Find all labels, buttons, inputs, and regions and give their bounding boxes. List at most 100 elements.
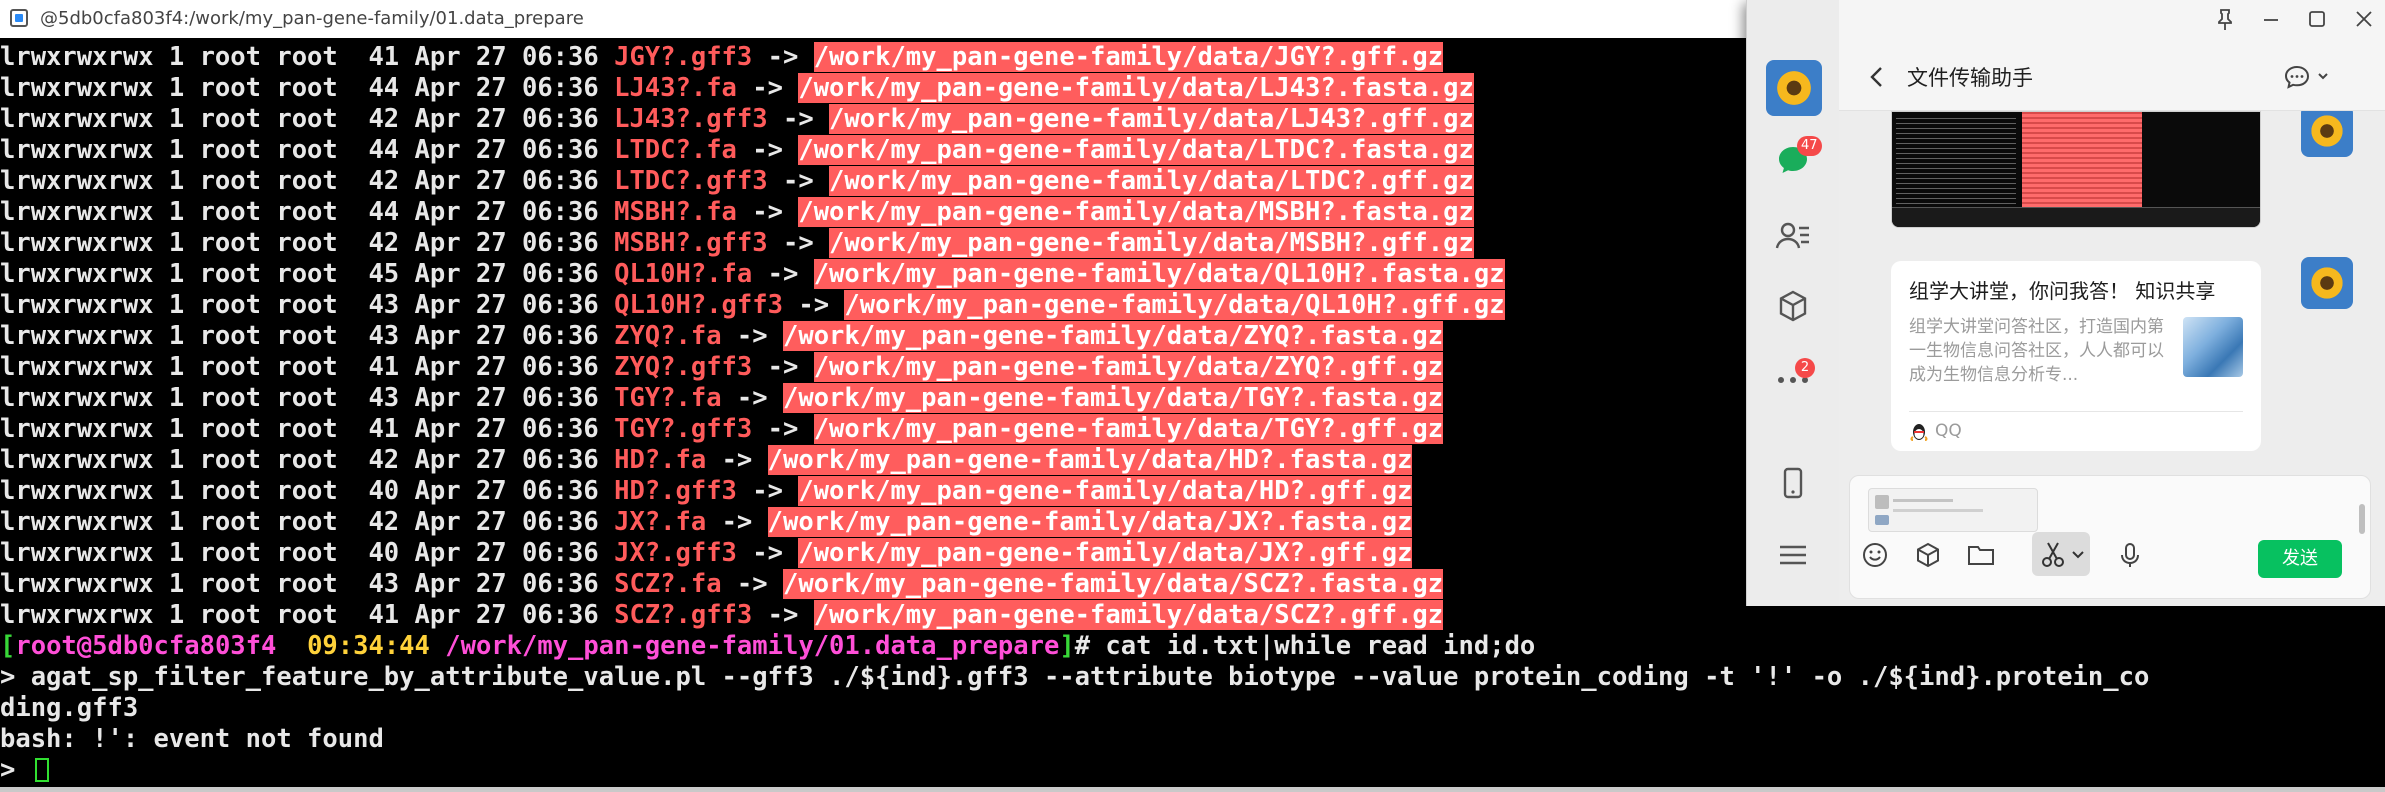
file-permissions: lrwxrwxrwx 1 root root 44 Apr 27 06:36 [0, 197, 615, 227]
symlink-target: /work/my_pan-gene-family/data/LJ43?.fast… [798, 73, 1474, 103]
symlink-name: HD?.fa [614, 445, 707, 475]
menu-icon[interactable] [1773, 535, 1813, 575]
card-thumbnail [2183, 317, 2243, 377]
scissors-icon [2036, 537, 2070, 571]
terminal-bottom-border [0, 787, 2385, 792]
file-permissions: lrwxrwxrwx 1 root root 44 Apr 27 06:36 [0, 135, 615, 165]
symlink-name: LTDC?.fa [614, 135, 737, 165]
symlink-target: /work/my_pan-gene-family/data/MSBH?.fast… [798, 197, 1474, 227]
symlink-name: TGY?.gff3 [614, 414, 753, 444]
wechat-window: 47 2 文件传输助手 组学大讲堂，你问我答！ 知识共享 组学大讲堂问答社区，打… [1746, 0, 2385, 606]
symlink-name: LTDC?.gff3 [614, 166, 768, 196]
prompt-path: /work/my_pan-gene-family/01.data_prepare [429, 631, 1060, 661]
screenshot-tool-button[interactable] [2032, 532, 2090, 576]
file-permissions: lrwxrwxrwx 1 root root 44 Apr 27 06:36 [0, 73, 615, 103]
symlink-name: LJ43?.fa [614, 73, 737, 103]
symlink-arrow: -> [767, 228, 830, 258]
symlink-arrow: -> [752, 259, 814, 289]
close-icon[interactable] [2344, 4, 2384, 34]
file-permissions: lrwxrwxrwx 1 root root 41 Apr 27 06:36 [0, 600, 615, 630]
chat-icon[interactable]: 47 [1773, 136, 1822, 180]
cube-icon[interactable] [1773, 286, 1813, 326]
symlink-target: /work/my_pan-gene-family/data/JGY?.gff.g… [813, 42, 1444, 72]
symlink-target: /work/my_pan-gene-family/data/LTDC?.gff.… [829, 166, 1474, 196]
file-permissions: lrwxrwxrwx 1 root root 43 Apr 27 06:36 [0, 290, 615, 320]
symlink-arrow: -> [752, 352, 814, 382]
file-permissions: lrwxrwxrwx 1 root root 43 Apr 27 06:36 [0, 569, 615, 599]
symlink-arrow: -> [736, 73, 799, 103]
symlink-target: /work/my_pan-gene-family/data/LJ43?.gff.… [829, 104, 1474, 134]
chevron-down-icon [2070, 546, 2086, 562]
emoji-icon[interactable] [1858, 538, 1892, 572]
send-button[interactable]: 发送 [2258, 540, 2342, 578]
command-continuation: ding.gff3 [0, 693, 139, 723]
card-title: 组学大讲堂，你问我答！ 知识共享 [1909, 279, 2216, 303]
symlink-target: /work/my_pan-gene-family/data/QL10H?.fas… [813, 259, 1505, 289]
message-list[interactable]: 组学大讲堂，你问我答！ 知识共享 组学大讲堂问答社区，打造国内第一生物信息问答社… [1839, 111, 2385, 471]
symlink-arrow: -> [721, 321, 783, 351]
prompt-bracket: [ [0, 631, 16, 661]
symlink-name: MSBH?.gff3 [614, 228, 768, 258]
file-permissions: lrwxrwxrwx 1 root root 42 Apr 27 06:36 [0, 228, 615, 258]
file-permissions: lrwxrwxrwx 1 root root 40 Apr 27 06:36 [0, 538, 615, 568]
file-permissions: lrwxrwxrwx 1 root root 43 Apr 27 06:36 [0, 321, 615, 351]
file-permissions: lrwxrwxrwx 1 root root 45 Apr 27 06:36 [0, 259, 615, 289]
symlink-arrow: -> [736, 538, 799, 568]
microphone-icon[interactable] [2113, 538, 2147, 572]
back-arrow-icon[interactable] [1865, 62, 1889, 92]
symlink-target: /work/my_pan-gene-family/data/SCZ?.gff.g… [813, 600, 1444, 630]
window-controls [1839, 0, 2385, 42]
symlink-arrow: -> [752, 42, 814, 72]
symlink-target: /work/my_pan-gene-family/data/HD?.fasta.… [767, 445, 1413, 475]
wechat-sidebar: 47 2 [1747, 0, 1839, 606]
symlink-name: JX?.gff3 [614, 538, 737, 568]
symlink-target: /work/my_pan-gene-family/data/JX?.fasta.… [767, 507, 1413, 537]
symlink-arrow: -> [736, 197, 799, 227]
symlink-arrow: -> [752, 600, 814, 630]
symlink-name: QL10H?.fa [614, 259, 753, 289]
symlink-target: /work/my_pan-gene-family/data/TGY?.gff.g… [813, 414, 1444, 444]
input-line[interactable]: > [0, 755, 2149, 786]
pasted-image-preview[interactable] [1868, 488, 2038, 532]
pin-icon[interactable] [2205, 4, 2245, 34]
symlink-arrow: -> [721, 569, 783, 599]
card-divider [1909, 411, 2243, 412]
chat-header: 文件传输助手 [1839, 50, 2385, 111]
file-permissions: lrwxrwxrwx 1 root root 40 Apr 27 06:36 [0, 476, 615, 506]
text-cursor [34, 758, 49, 782]
symlink-name: SCZ?.gff3 [614, 600, 753, 630]
symlink-target: /work/my_pan-gene-family/data/HD?.gff.gz [798, 476, 1413, 506]
chat-options-icon[interactable] [2281, 62, 2341, 92]
terminal-app-icon [10, 9, 28, 27]
file-permissions: lrwxrwxrwx 1 root root 42 Apr 27 06:36 [0, 166, 615, 196]
symlink-name: SCZ?.fa [614, 569, 722, 599]
user-avatar[interactable] [1766, 60, 1822, 116]
chat-unread-badge: 47 [1797, 136, 1822, 156]
message-input[interactable]: 发送 [1849, 475, 2371, 599]
symlink-target: /work/my_pan-gene-family/data/MSBH?.gff.… [829, 228, 1474, 258]
maximize-icon[interactable] [2297, 4, 2337, 34]
input-scrollbar[interactable] [2359, 504, 2365, 534]
symlink-target: /work/my_pan-gene-family/data/SCZ?.fasta… [782, 569, 1444, 599]
more-dots-icon[interactable]: 2 [1773, 358, 1815, 398]
contacts-icon[interactable] [1773, 216, 1813, 256]
sender-avatar[interactable] [2301, 111, 2353, 157]
minimize-icon[interactable] [2251, 4, 2291, 34]
favorites-icon[interactable] [1911, 538, 1945, 572]
file-permissions: lrwxrwxrwx 1 root root 42 Apr 27 06:36 [0, 445, 615, 475]
shared-link-card[interactable]: 组学大讲堂，你问我答！ 知识共享 组学大讲堂问答社区，打造国内第一生物信息问答社… [1891, 261, 2261, 451]
symlink-target: /work/my_pan-gene-family/data/TGY?.fasta… [782, 383, 1444, 413]
symlink-arrow: -> [706, 445, 768, 475]
screenshot-message-image[interactable] [1891, 111, 2261, 228]
symlink-arrow: -> [736, 135, 799, 165]
symlink-name: HD?.gff3 [614, 476, 737, 506]
symlink-name: JX?.fa [614, 507, 707, 537]
folder-icon[interactable] [1964, 538, 1998, 572]
command-continuation: > agat_sp_filter_feature_by_attribute_va… [0, 662, 2150, 692]
card-description: 组学大讲堂问答社区，打造国内第一生物信息问答社区，人人都可以成为生物信息分析专.… [1909, 317, 2164, 385]
symlink-arrow: -> [767, 166, 830, 196]
phone-icon[interactable] [1773, 463, 1813, 503]
sender-avatar[interactable] [2301, 257, 2353, 309]
symlink-name: TGY?.fa [614, 383, 722, 413]
shell-prompt-line: [root@5db0cfa803f4 09:34:44 /work/my_pan… [0, 631, 2149, 662]
